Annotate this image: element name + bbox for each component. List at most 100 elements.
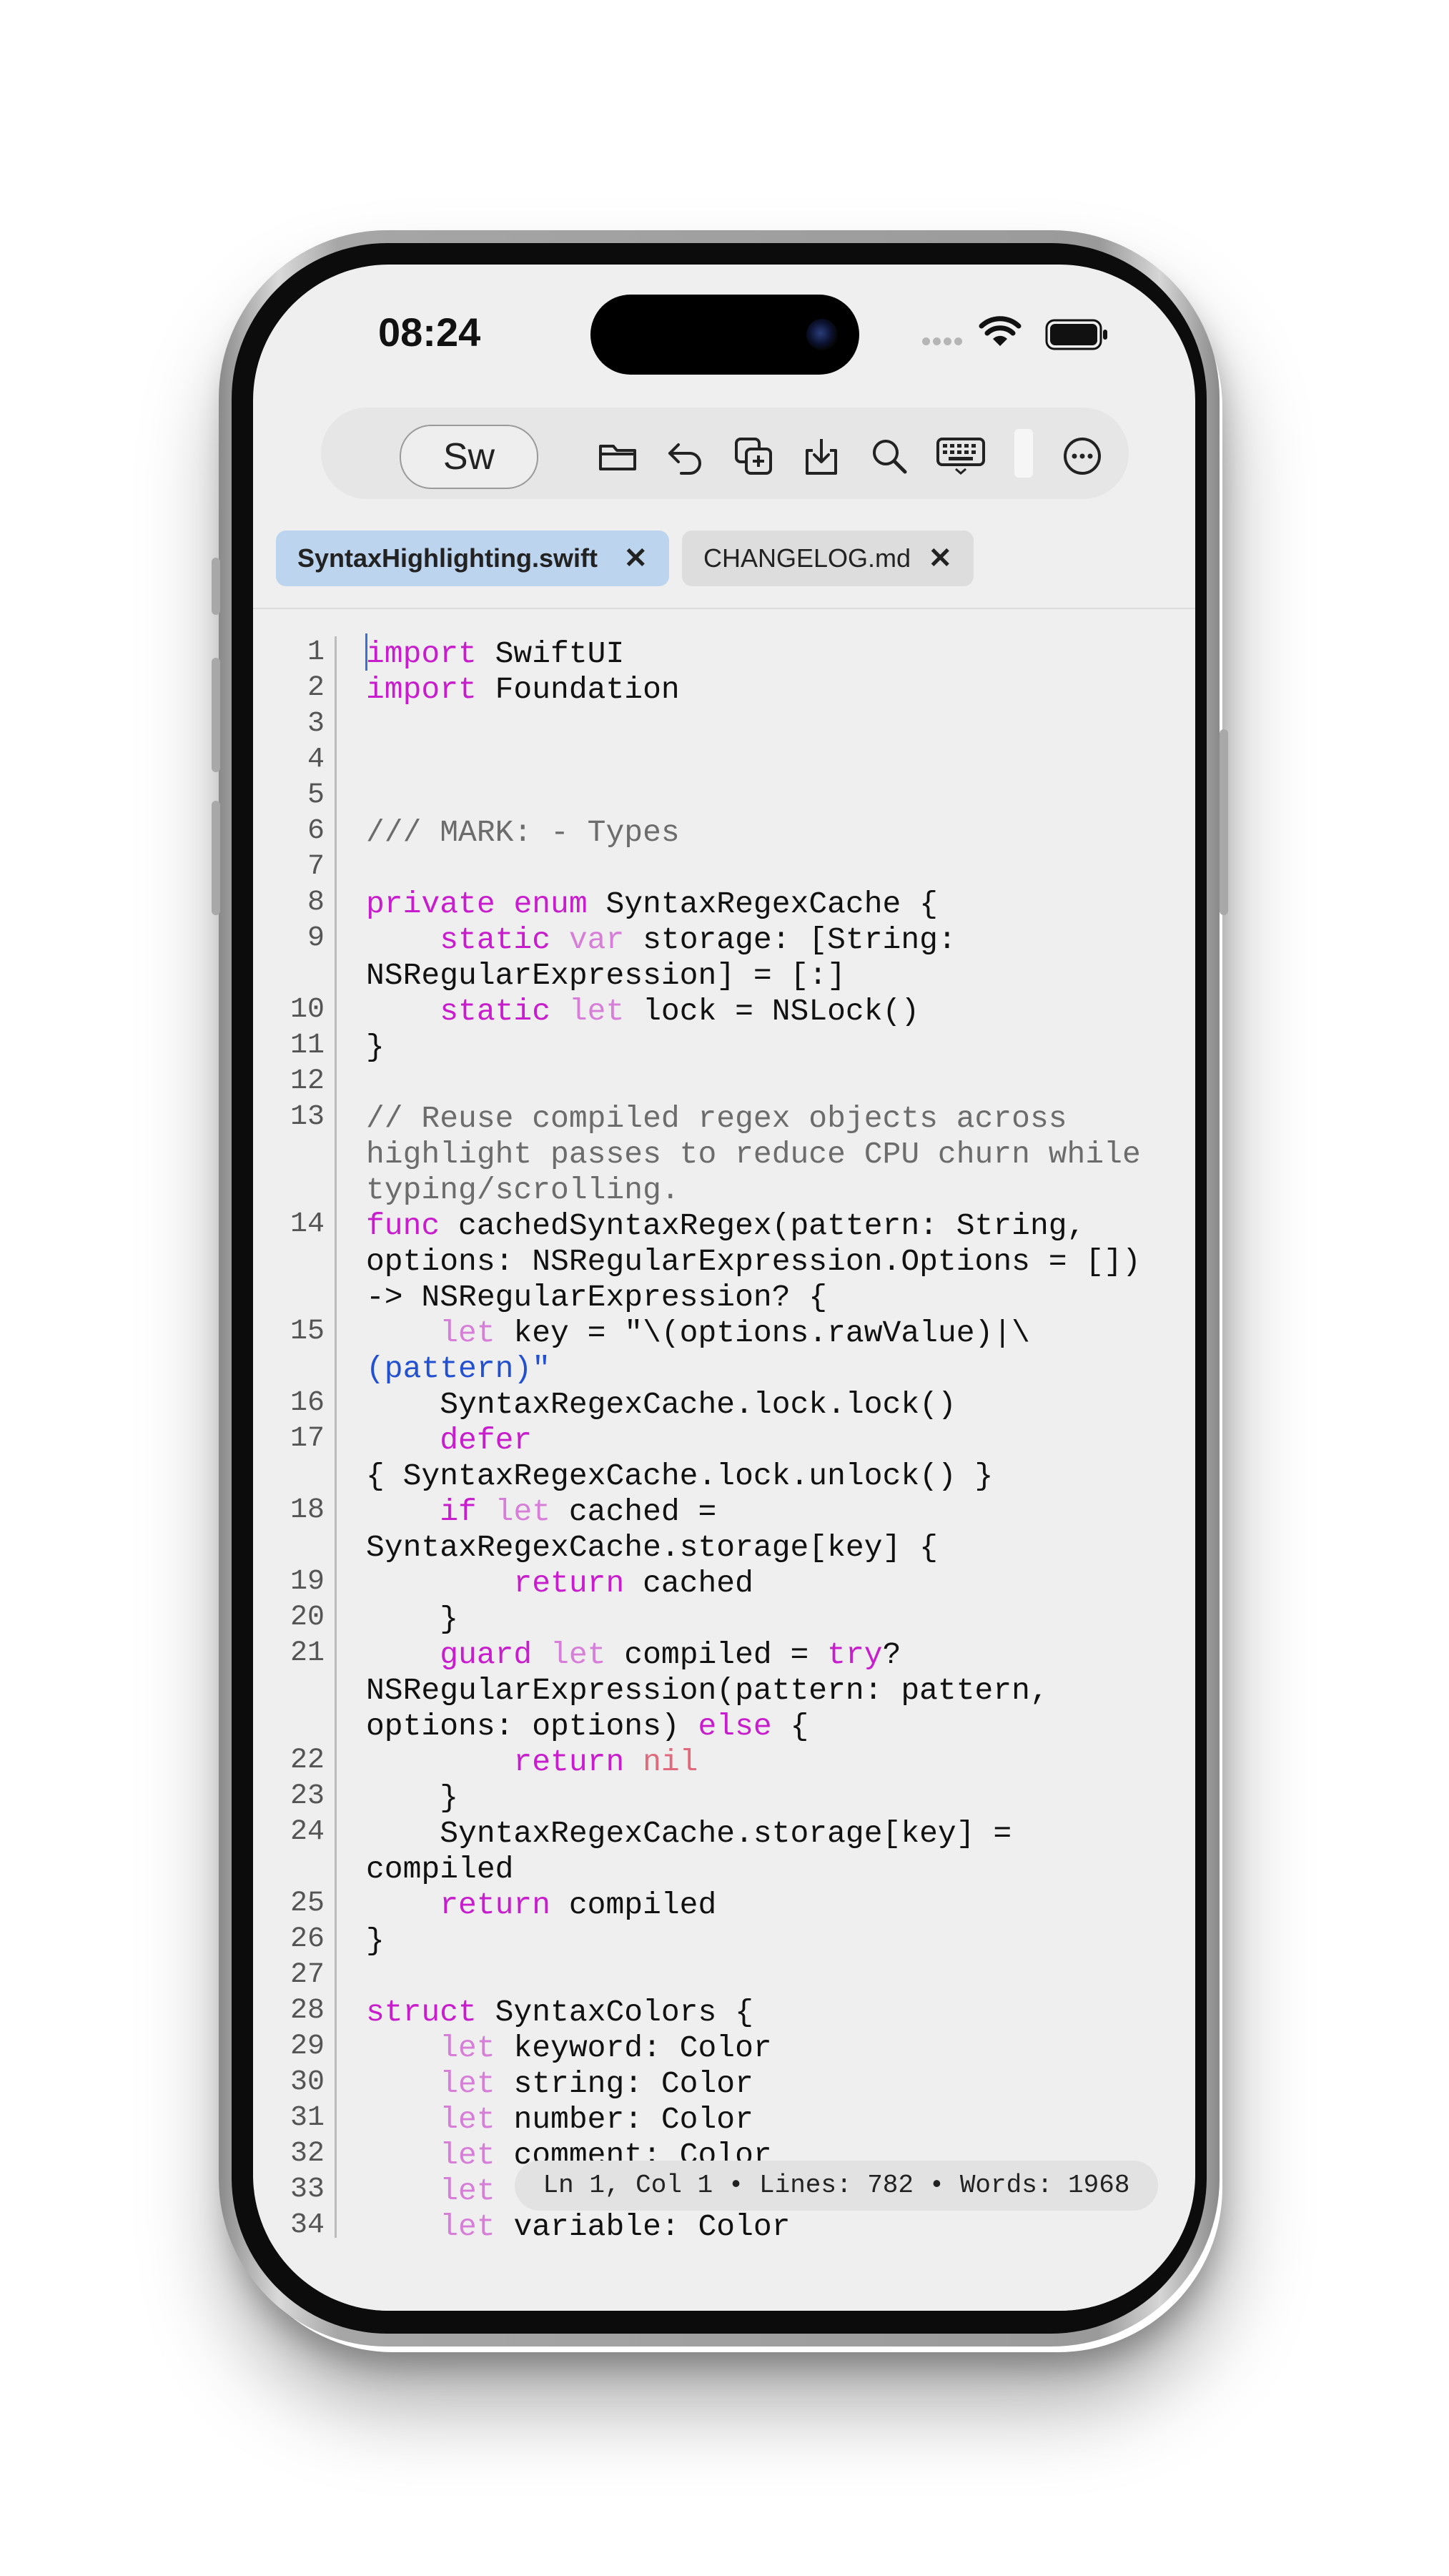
battery-icon bbox=[1045, 319, 1109, 354]
line-number: 16 bbox=[290, 1387, 325, 1419]
code-line: guard let compiled = try? bbox=[440, 1637, 901, 1672]
line-number: 6 bbox=[307, 815, 325, 847]
line-number: 22 bbox=[290, 1745, 325, 1777]
code-line: return compiled bbox=[440, 1887, 717, 1923]
code-line: static let lock = NSLock() bbox=[440, 994, 920, 1029]
code-line: NSRegularExpression(pattern: pattern, bbox=[366, 1673, 1049, 1708]
tab-bar: SyntaxHighlighting.swift ✕ CHANGELOG.md … bbox=[253, 531, 1195, 609]
code-line: SyntaxRegexCache.storage[key] = bbox=[366, 1816, 1012, 1851]
screen: 08:24 Sw SyntaxHighlighting.swift ✕ CHAN… bbox=[253, 265, 1195, 2311]
line-number: 26 bbox=[290, 1923, 325, 1955]
action-button bbox=[212, 558, 220, 615]
line-number: 23 bbox=[290, 1780, 325, 1812]
code-line: SyntaxRegexCache.storage[key] { bbox=[366, 1530, 938, 1565]
code-editor[interactable]: 1 2 3 4 5 6 7 8 9 10 11 12 13 14 15 16 1… bbox=[253, 622, 1195, 2266]
code-line: func cachedSyntaxRegex(pattern: String, bbox=[366, 1208, 1086, 1243]
line-number: 7 bbox=[307, 851, 325, 883]
code-line: { SyntaxRegexCache.lock.unlock() } bbox=[366, 1459, 994, 1494]
tab-label: CHANGELOG.md bbox=[703, 543, 911, 573]
line-number: 5 bbox=[307, 779, 325, 811]
code-line: let string: Color bbox=[440, 2066, 753, 2101]
code-line: if let cached = bbox=[440, 1494, 717, 1529]
code-line: -> NSRegularExpression? { bbox=[366, 1280, 828, 1315]
code-line: defer bbox=[366, 1423, 533, 1458]
line-number: 9 bbox=[307, 922, 325, 954]
code-line: options: NSRegularExpression.Options = [… bbox=[366, 1244, 1141, 1279]
line-number: 11 bbox=[290, 1030, 325, 1062]
language-button[interactable]: Sw bbox=[400, 425, 538, 489]
line-number: 21 bbox=[290, 1637, 325, 1669]
code-line: let bbox=[440, 2173, 495, 2209]
status-time: 08:24 bbox=[378, 310, 481, 355]
code-line: let keyword: Color bbox=[440, 2030, 772, 2066]
code-line: import SwiftUI bbox=[366, 636, 625, 671]
tab-label: SyntaxHighlighting.swift bbox=[297, 543, 598, 573]
dynamic-island bbox=[590, 295, 859, 375]
line-number: 27 bbox=[290, 1959, 325, 1991]
line-number: 25 bbox=[290, 1887, 325, 1920]
code-line: options: options) else { bbox=[366, 1709, 809, 1744]
code-line: import Foundation bbox=[366, 672, 680, 707]
line-number: 28 bbox=[290, 1995, 325, 2027]
code-line: /// MARK: - Types bbox=[366, 815, 680, 850]
line-number: 8 bbox=[307, 887, 325, 919]
line-number: 29 bbox=[290, 2030, 325, 2063]
line-number: 30 bbox=[290, 2066, 325, 2098]
status-bar: 08:24 bbox=[253, 265, 1195, 408]
code-line: static var storage: [String: bbox=[440, 922, 956, 957]
folder-icon[interactable] bbox=[596, 435, 639, 478]
line-number: 12 bbox=[290, 1065, 325, 1097]
code-line: NSRegularExpression] = [:] bbox=[366, 958, 846, 993]
code-line: let key = "\(options.rawValue)|\ bbox=[440, 1316, 1030, 1351]
close-icon[interactable]: ✕ bbox=[928, 531, 952, 586]
line-number: 14 bbox=[290, 1208, 325, 1240]
search-icon[interactable] bbox=[868, 435, 911, 478]
code-line: SyntaxRegexCache.lock.lock() bbox=[366, 1387, 956, 1422]
tab-changelog[interactable]: CHANGELOG.md ✕ bbox=[682, 531, 974, 586]
volume-up-button bbox=[212, 658, 220, 772]
power-button bbox=[1220, 729, 1228, 915]
volume-down-button bbox=[212, 801, 220, 915]
line-number: 24 bbox=[290, 1816, 325, 1848]
line-number: 4 bbox=[307, 744, 325, 776]
gutter-separator bbox=[335, 636, 337, 2252]
code-line: highlight passes to reduce CPU churn whi… bbox=[366, 1137, 1141, 1172]
undo-icon[interactable] bbox=[664, 435, 707, 478]
wifi-icon bbox=[979, 315, 1022, 352]
line-number: 3 bbox=[307, 708, 325, 740]
toolbar: Sw bbox=[321, 408, 1129, 499]
code-line: return nil bbox=[513, 1745, 698, 1780]
code-line: struct SyntaxColors { bbox=[366, 1995, 753, 2030]
keyboard-icon[interactable] bbox=[936, 435, 986, 478]
code-line: // Reuse compiled regex objects across bbox=[366, 1101, 1067, 1136]
code-line: private enum SyntaxRegexCache { bbox=[366, 887, 938, 922]
line-number: 1 bbox=[307, 636, 325, 668]
more-icon[interactable] bbox=[1061, 435, 1104, 478]
toolbar-divider bbox=[1014, 429, 1033, 478]
code-line: compiled bbox=[366, 1852, 514, 1887]
tab-syntaxhighlighting[interactable]: SyntaxHighlighting.swift ✕ bbox=[276, 531, 669, 586]
code-line: return cached bbox=[513, 1566, 753, 1601]
editor-status-bar: Ln 1, Col 1 • Lines: 782 • Words: 1968 bbox=[515, 2161, 1158, 2211]
download-icon[interactable] bbox=[800, 435, 843, 478]
line-number: 19 bbox=[290, 1566, 325, 1598]
code-line: } bbox=[366, 1923, 385, 1958]
line-number: 20 bbox=[290, 1602, 325, 1634]
line-number: 34 bbox=[290, 2209, 325, 2241]
line-number: 2 bbox=[307, 672, 325, 704]
code-line: (pattern)" bbox=[366, 1351, 551, 1386]
line-number: 10 bbox=[290, 994, 325, 1026]
bottom-edge bbox=[253, 2238, 1195, 2311]
code-line: let number: Color bbox=[440, 2102, 753, 2137]
line-number: 31 bbox=[290, 2102, 325, 2134]
line-number: 17 bbox=[290, 1423, 325, 1455]
line-number: 33 bbox=[290, 2173, 325, 2206]
line-number: 18 bbox=[290, 1494, 325, 1526]
line-number: 32 bbox=[290, 2138, 325, 2170]
close-icon[interactable]: ✕ bbox=[623, 531, 648, 586]
camera-icon bbox=[806, 319, 838, 350]
line-number: 13 bbox=[290, 1101, 325, 1133]
code-line: typing/scrolling. bbox=[366, 1173, 680, 1208]
duplicate-icon[interactable] bbox=[732, 435, 775, 478]
code-line: } bbox=[366, 1030, 385, 1065]
